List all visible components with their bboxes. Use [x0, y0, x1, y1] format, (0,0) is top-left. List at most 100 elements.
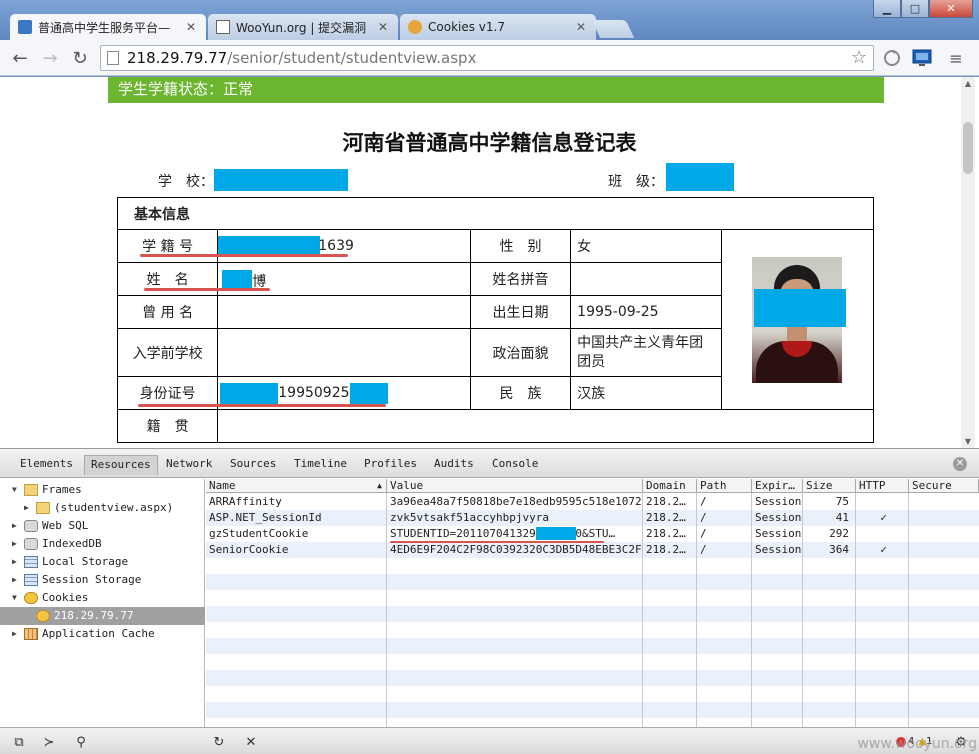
table-row[interactable]: ASP.NET_SessionId zvk5vtsakf51accyhbpjvy… [206, 510, 979, 526]
tab-sources[interactable]: Sources [224, 455, 282, 475]
sort-ascending-icon[interactable]: ▲ [377, 479, 382, 492]
collapsed-triangle-icon[interactable]: ▶ [12, 553, 22, 571]
tree-frame-studentview[interactable]: ▶ (studentview.aspx) [24, 499, 173, 517]
minimize-icon[interactable]: ▁ [873, 0, 901, 18]
collapsed-triangle-icon[interactable]: ▶ [12, 535, 22, 553]
student-no-label: 学 籍 号 [116, 229, 219, 263]
close-window-icon[interactable]: ✕ [929, 0, 973, 18]
console-toggle-icon[interactable]: ≻ [38, 732, 60, 752]
tab-elements[interactable]: Elements [14, 455, 79, 475]
cookie-path: / [700, 495, 707, 508]
folder-icon [36, 502, 50, 514]
tree-websql[interactable]: ▶ Web SQL [12, 517, 88, 535]
table-row[interactable]: ARRAffinity 3a96ea48a7f50818be7e18edb959… [206, 494, 979, 510]
column-size[interactable]: Size [803, 479, 856, 493]
cookie-value: 4ED6E9F204C2F98C0392320C3DB5D48EBE3C2F4… [390, 543, 641, 556]
tree-indexeddb[interactable]: ▶ IndexedDB [12, 535, 102, 553]
tree-cookies[interactable]: ▼ Cookies [12, 589, 88, 607]
devtools-close-icon[interactable]: ✕ [953, 457, 967, 471]
tab-close-icon[interactable]: ✕ [376, 20, 390, 34]
form-title: 河南省普通高中学籍信息登记表 [342, 131, 637, 155]
tree-app-cache[interactable]: ▶ Application Cache [12, 625, 155, 643]
tab-console[interactable]: Console [486, 455, 544, 475]
table-row[interactable]: gzStudentCookie STUDENTID=2011070413291​… [206, 526, 979, 542]
table-row[interactable]: SeniorCookie 4ED6E9F204C2F98C0392320C3DB… [206, 542, 979, 558]
cookie-domain: 218.2… [646, 527, 686, 540]
tree-frames[interactable]: ▼ Frames [12, 481, 82, 499]
tab-timeline[interactable]: Timeline [288, 455, 353, 475]
refresh-icon[interactable]: ↻ [208, 732, 230, 752]
cookie-name: SeniorCookie [209, 543, 289, 556]
cookie-expires: Session [755, 543, 802, 556]
column-name[interactable]: Name ▲ [206, 479, 387, 493]
cookie-size: 75 [835, 495, 849, 508]
tab-resources[interactable]: Resources [84, 455, 158, 475]
bookmark-star-icon[interactable]: ☆ [851, 47, 867, 68]
cookie-table: ARRAffinity 3a96ea48a7f50818be7e18edb959… [206, 479, 979, 727]
page-viewport: 学生学籍状态：正常 河南省普通高中学籍信息登记表 学 校： 班 级： 基本信息 … [0, 77, 979, 448]
tab-wooyun[interactable]: WooYun.org | 提交漏洞 ✕ [208, 14, 398, 40]
collapsed-triangle-icon[interactable]: ▶ [12, 571, 22, 589]
page-icon [107, 51, 119, 65]
menu-icon[interactable]: ≡ [946, 48, 966, 68]
maximize-icon[interactable]: □ [901, 0, 929, 18]
tab-student-platform[interactable]: 普通高中学生服务平台— ✕ [10, 14, 206, 40]
column-expires[interactable]: Expir… [752, 479, 803, 493]
forward-arrow-icon[interactable]: → [38, 46, 62, 70]
tab-close-icon[interactable]: ✕ [574, 20, 588, 34]
page-favicon-icon [18, 20, 32, 34]
annotation-underline-id [138, 404, 386, 407]
reload-icon[interactable]: ↻ [68, 46, 92, 70]
tab-audits[interactable]: Audits [428, 455, 480, 475]
tab-profiles[interactable]: Profiles [358, 455, 423, 475]
cookie-domain: 218.2… [646, 511, 686, 524]
column-secure[interactable]: Secure [909, 479, 979, 493]
tab-close-icon[interactable]: ✕ [184, 20, 198, 34]
expanded-triangle-icon[interactable]: ▼ [12, 589, 22, 607]
redacted-id-prefix [220, 383, 279, 404]
scroll-down-icon[interactable]: ▼ [961, 437, 975, 446]
address-bar[interactable]: 218.29.79.77/senior/student/studentview.… [100, 45, 874, 71]
cookie-name: ARRAffinity [209, 495, 282, 508]
devtools-panel: Elements Resources Network Sources Timel… [0, 448, 979, 754]
tree-cookie-domain[interactable]: 218.29.79.77 [0, 607, 205, 625]
extension-refresh-icon[interactable] [882, 48, 902, 68]
column-value[interactable]: Value [387, 479, 643, 493]
tree-local-storage[interactable]: ▶ Local Storage [12, 553, 128, 571]
search-icon[interactable]: ⚲ [70, 732, 92, 752]
collapsed-triangle-icon[interactable]: ▶ [12, 625, 22, 643]
page-scrollbar[interactable]: ▲ ▼ [961, 77, 975, 448]
cookie-path: / [700, 511, 707, 524]
extension-screen-icon[interactable] [912, 48, 932, 68]
ethnicity-value: 汉族 [570, 376, 722, 410]
back-arrow-icon[interactable]: ← [8, 46, 32, 70]
expanded-triangle-icon[interactable]: ▼ [12, 481, 22, 499]
scroll-thumb[interactable] [963, 122, 973, 174]
redacted-photo-face [754, 289, 846, 327]
column-path[interactable]: Path [697, 479, 752, 493]
tab-cookies-extension[interactable]: Cookies v1.7 ✕ [400, 14, 596, 40]
collapsed-triangle-icon[interactable]: ▶ [24, 499, 34, 517]
column-domain[interactable]: Domain [643, 479, 697, 493]
clear-icon[interactable]: ✕ [240, 732, 262, 752]
collapsed-triangle-icon[interactable]: ▶ [12, 517, 22, 535]
cookie-expires: Session [755, 527, 802, 540]
tab-title: 普通高中学生服务平台— [38, 20, 171, 35]
empty-row [206, 590, 979, 606]
tree-session-storage[interactable]: ▶ Session Storage [12, 571, 141, 589]
section-basic-info: 基本信息 [117, 197, 874, 230]
column-http[interactable]: HTTP [856, 479, 909, 493]
id-value: 19950925 [278, 385, 350, 401]
url-host: 218.29.79.77 [127, 49, 228, 67]
annotation-underline-name [144, 288, 270, 291]
former-name-value [217, 295, 471, 329]
empty-row [206, 574, 979, 590]
scroll-up-icon[interactable]: ▲ [961, 79, 975, 88]
cookie-value: STUDENTID=2011070413291​9 6700&STU… [390, 527, 616, 540]
dock-icon[interactable]: ⧉ [8, 732, 30, 752]
devtools-bottom-bar: ⧉ ≻ ⚲ ↻ ✕ 4 ▲ 1 ⚙ www.wooyun.org [0, 727, 979, 754]
new-tab-button[interactable] [591, 20, 635, 38]
cookie-name: ASP.NET_SessionId [209, 511, 322, 524]
database-icon [24, 538, 38, 550]
tab-network[interactable]: Network [160, 455, 218, 475]
